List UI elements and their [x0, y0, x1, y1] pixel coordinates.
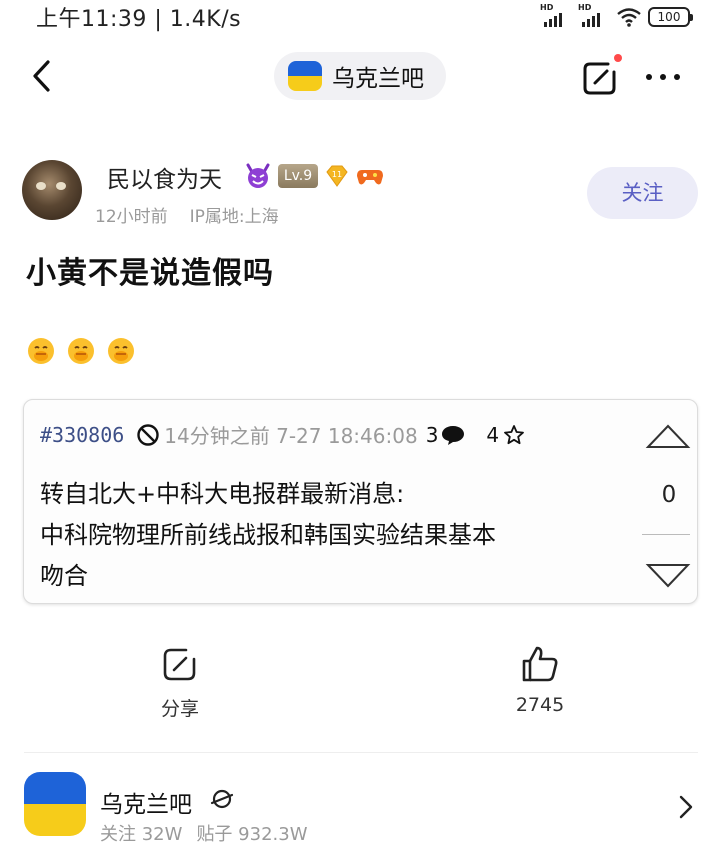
ban-icon — [137, 423, 159, 446]
embedded-header: #330806 14分钟之前 7-27 18:46:08 3 4 — [40, 420, 525, 449]
emoji-row — [26, 336, 136, 366]
notification-dot — [614, 54, 622, 62]
battery-icon: 100 — [648, 7, 693, 27]
shush-face-icon — [28, 338, 54, 364]
share-label: 分享 — [160, 698, 199, 720]
embedded-time: 14分钟之前 7-27 18:46:08 — [164, 424, 418, 448]
status-bar: 上午11:39 | 1.4K/s HD HD 100 — [0, 0, 720, 34]
comment-bubble-icon — [442, 425, 465, 445]
embedded-line-2: 中科院物理所前线战报和韩国实验结果基本 — [40, 521, 496, 549]
upvote-icon — [645, 424, 691, 448]
post-title: 小黄不是说造假吗 — [26, 256, 274, 291]
ukraine-flag-icon — [24, 772, 86, 836]
planet-icon — [210, 789, 234, 809]
signal-hd-1-icon: HD — [540, 3, 572, 28]
wifi-icon — [617, 8, 641, 27]
post-time: 12小时前 — [95, 207, 168, 227]
avatar[interactable] — [22, 160, 82, 220]
like-count: 2745 — [515, 694, 565, 716]
shush-face-icon — [68, 338, 94, 364]
more-icon[interactable] — [646, 74, 680, 80]
svg-text:11: 11 — [332, 170, 342, 179]
forum-card-name: 乌克兰吧 — [100, 792, 192, 818]
forum-card[interactable]: 乌克兰吧 关注 32W 贴子 932.3W — [0, 753, 720, 863]
embedded-id: #330806 — [40, 422, 125, 447]
ip-location: IP属地:上海 — [189, 207, 279, 227]
post-meta: 12小时前 IP属地:上海 — [95, 202, 279, 227]
like-button[interactable]: 2745 — [500, 644, 580, 716]
status-icons: HD HD 100 — [540, 3, 693, 28]
embedded-star-count: 4 — [486, 422, 500, 447]
forum-pill[interactable]: 乌克兰吧 — [274, 52, 446, 100]
author-name[interactable]: 民以食为天 — [107, 160, 222, 194]
gem-badge-icon: 11 — [326, 165, 348, 187]
chevron-right-icon — [679, 795, 693, 819]
ukraine-flag-icon — [288, 61, 322, 91]
downvote-icon — [645, 564, 691, 588]
vote-count: 0 — [661, 482, 677, 508]
embedded-body: 转自北大+中科大电报群最新消息: 中科院物理所前线战报和韩国实验结果基本 吻合 — [40, 474, 630, 597]
back-arrow-icon[interactable] — [24, 56, 64, 96]
thumbs-up-icon — [522, 646, 558, 682]
forum-posts: 贴子 932.3W — [196, 824, 308, 845]
follow-button[interactable]: 关注 — [587, 167, 698, 219]
top-nav: 乌克兰吧 — [0, 46, 720, 108]
shush-face-icon — [108, 338, 134, 364]
devil-emoji-icon — [246, 163, 270, 188]
edit-icon[interactable] — [580, 58, 620, 98]
embedded-line-3: 吻合 — [40, 562, 88, 590]
forum-title: 乌克兰吧 — [332, 66, 424, 92]
status-time: 上午11:39 | 1.4K/s — [36, 7, 242, 32]
gamepad-icon — [357, 170, 383, 185]
star-icon — [504, 424, 525, 444]
forum-stats: 关注 32W 贴子 932.3W — [100, 820, 308, 846]
embedded-comment-count: 3 — [425, 422, 439, 447]
forum-followers: 关注 32W — [100, 824, 183, 845]
share-button[interactable]: 分享 — [140, 644, 220, 721]
author-badges: Lv.9 11 — [244, 163, 384, 189]
share-icon — [163, 648, 196, 681]
embedded-line-1: 转自北大+中科大电报群最新消息: — [40, 480, 405, 508]
signal-hd-2-icon: HD — [578, 3, 610, 28]
vote-divider — [642, 534, 690, 535]
embedded-post-image[interactable]: #330806 14分钟之前 7-27 18:46:08 3 4 0 转自北大+… — [23, 399, 698, 604]
level-badge: Lv.9 — [278, 164, 318, 188]
